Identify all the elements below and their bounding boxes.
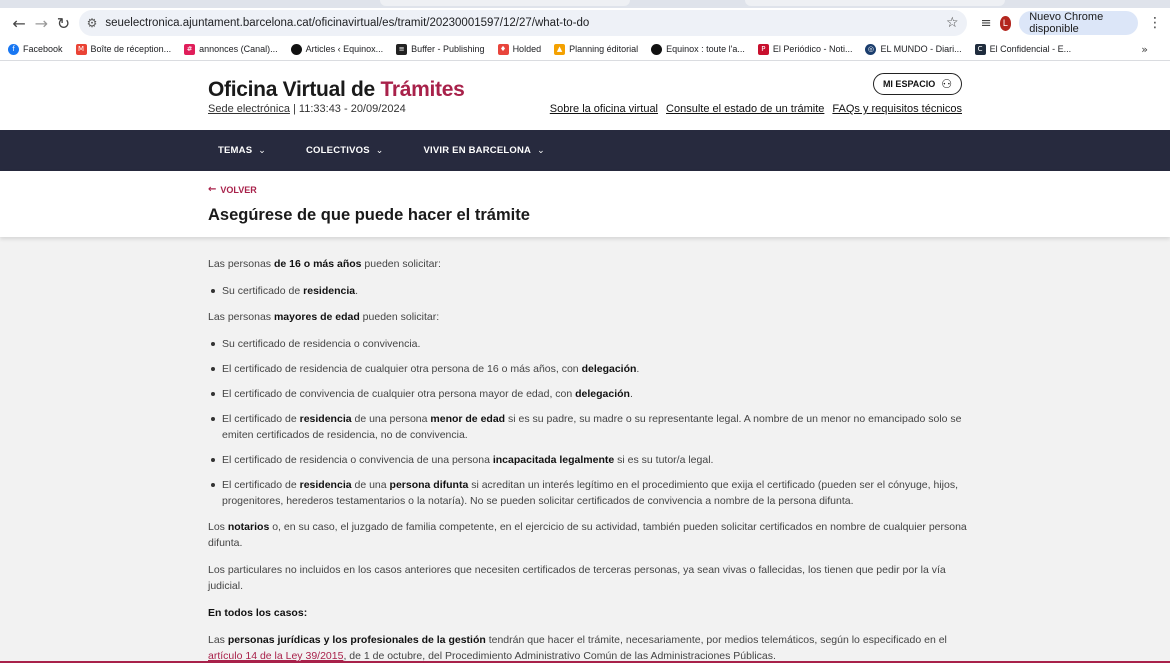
paragraph: Los particulares no incluidos en los cas… — [208, 564, 946, 592]
list-item: El certificado de residencia de cualquie… — [208, 361, 968, 377]
chevron-down-icon: ⌄ — [258, 145, 266, 156]
facebook-icon: f — [8, 43, 19, 55]
address-bar[interactable]: ⚙ seuelectronica.ajuntament.barcelona.ca… — [78, 10, 967, 36]
bookmark-label: Planning éditorial — [569, 44, 639, 54]
site-brand[interactable]: Oficina Virtual de Trámites — [208, 78, 465, 102]
tab[interactable] — [380, 0, 630, 6]
site-settings-icon[interactable]: ⚙ — [87, 16, 98, 30]
bookmark-label: Buffer - Publishing — [411, 44, 485, 54]
paragraph-heading: En todos los casos: — [208, 607, 308, 619]
chevron-down-icon: ⌄ — [375, 145, 384, 156]
list-item: Su certificado de residencia o convivenc… — [208, 336, 968, 352]
holded-icon: ♦ — [497, 43, 509, 55]
header-links: Sobre la oficina virtual Consulte el est… — [550, 103, 962, 115]
user-icon: ⚇ — [941, 77, 953, 91]
forward-arrow-icon[interactable]: → — [30, 10, 52, 36]
profile-avatar[interactable]: L — [999, 15, 1012, 31]
chevron-down-icon: ⌄ — [537, 145, 545, 156]
nav-temas[interactable]: TEMAS ⌄ — [218, 145, 266, 156]
planning-icon: ▲ — [554, 43, 566, 55]
list-item: El certificado de convivencia de cualqui… — [208, 386, 968, 402]
tab-strip — [0, 0, 1170, 8]
mi-espacio-button[interactable]: MI ESPACIO ⚇ — [873, 73, 962, 95]
back-label: VOLVER — [220, 184, 257, 195]
main-content: Las personas de 16 o más años pueden sol… — [208, 256, 968, 663]
bookmark-label: El Confidencial - E... — [989, 44, 1072, 54]
sede-info: Sede electrónica | 11:33:43 - 20/09/2024 — [208, 103, 406, 115]
bookmark-label: Boîte de réception... — [90, 44, 172, 54]
chrome-update-button[interactable]: Nuevo Chrome disponible — [1019, 11, 1139, 35]
equinox-icon — [290, 43, 302, 55]
bookmark-item[interactable]: Equinox : toute l'a... — [651, 43, 745, 55]
bookmark-label: EL MUNDO - Diari... — [880, 44, 962, 54]
el-confidencial-icon: C — [974, 43, 986, 55]
bookmark-item[interactable]: Articles ‹ Equinox... — [290, 43, 384, 55]
browser-toolbar: ← → ↻ ⚙ seuelectronica.ajuntament.barcel… — [0, 8, 1170, 38]
bookmark-item[interactable]: # annonces (Canal)... — [184, 43, 278, 55]
bookmark-item[interactable]: ▲ Planning éditorial — [554, 43, 639, 55]
list: Su certificado de residencia o convivenc… — [208, 336, 968, 509]
nav-label: VIVIR EN BARCELONA — [423, 145, 532, 156]
bookmark-label: Facebook — [23, 44, 63, 54]
mi-espacio-label: MI ESPACIO — [882, 79, 936, 89]
tab[interactable] — [745, 0, 1005, 6]
equinox-icon — [651, 43, 663, 55]
nav-vivir-en-barcelona[interactable]: VIVIR EN BARCELONA ⌄ — [424, 145, 545, 156]
bookmark-item[interactable]: P El Periódico - Noti... — [757, 43, 853, 55]
reload-icon[interactable]: ↻ — [52, 10, 74, 36]
bookmark-label: Equinox : toute l'a... — [666, 44, 745, 54]
nav-label: COLECTIVOS — [306, 145, 370, 156]
bookmark-label: Articles ‹ Equinox... — [305, 44, 384, 54]
sede-timestamp: | 11:33:43 - 20/09/2024 — [289, 103, 406, 115]
page-title: Asegúrese de que puede hacer el trámite — [208, 206, 530, 224]
media-controls-icon[interactable]: ≡ — [981, 16, 992, 31]
list: Su certificado de residencia. — [208, 283, 968, 299]
bookmark-item[interactable]: M Boîte de réception... — [75, 43, 172, 55]
brand-main: Oficina Virtual de — [208, 78, 381, 101]
bookmark-item[interactable]: ♦ Holded — [497, 43, 542, 55]
list-item: El certificado de residencia o convivenc… — [208, 452, 968, 468]
faqs-link[interactable]: FAQs y requisitos técnicos — [832, 103, 962, 115]
about-office-link[interactable]: Sobre la oficina virtual — [550, 103, 658, 115]
paragraph: Las personas jurídicas y los profesional… — [208, 634, 947, 662]
bookmark-item[interactable]: f Facebook — [8, 43, 63, 55]
el-periodico-icon: P — [757, 43, 769, 55]
paragraph: Las personas mayores de edad pueden soli… — [208, 311, 440, 323]
list-item: El certificado de residencia de una pers… — [208, 477, 968, 509]
paragraph: Los notarios o, en su caso, el juzgado d… — [208, 521, 967, 549]
list-item: Su certificado de residencia. — [208, 283, 968, 299]
bookmark-label: El Periódico - Noti... — [772, 44, 853, 54]
buffer-icon: ≡ — [396, 43, 408, 55]
site-header: Oficina Virtual de Trámites Sede electró… — [0, 61, 1170, 130]
paragraph: Las personas de 16 o más años pueden sol… — [208, 258, 441, 270]
bookmarks-bar: f Facebook M Boîte de réception... # annonc… — [0, 38, 1170, 61]
bookmark-star-icon[interactable]: ☆ — [946, 15, 959, 31]
bookmark-item[interactable]: ◎ EL MUNDO - Diari... — [865, 43, 962, 55]
sede-electronica-link[interactable]: Sede electrónica — [208, 103, 290, 115]
bookmark-item[interactable]: ≡ Buffer - Publishing — [396, 43, 485, 55]
bookmark-label: annonces (Canal)... — [199, 44, 278, 54]
more-bookmarks-icon[interactable]: » — [1141, 43, 1148, 56]
url-text: seuelectronica.ajuntament.barcelona.cat/… — [105, 17, 590, 29]
check-status-link[interactable]: Consulte el estado de un trámite — [666, 103, 824, 115]
slack-icon: # — [184, 43, 196, 55]
list-item: El certificado de residencia de una pers… — [208, 411, 968, 443]
arrow-left-icon: ← — [208, 184, 217, 195]
main-navigation: TEMAS ⌄ COLECTIVOS ⌄ VIVIR EN BARCELONA ⌄ — [0, 130, 1170, 171]
brand-accent: Trámites — [380, 78, 465, 101]
nav-colectivos[interactable]: COLECTIVOS ⌄ — [306, 145, 384, 156]
nav-label: TEMAS — [218, 145, 253, 156]
bookmark-label: Holded — [512, 44, 542, 54]
browser-menu-icon[interactable]: ⋮ — [1148, 15, 1162, 31]
gmail-icon: M — [75, 43, 87, 55]
back-arrow-icon[interactable]: ← — [8, 10, 30, 36]
globe-icon: ◎ — [865, 43, 877, 55]
back-link[interactable]: ← VOLVER — [208, 184, 257, 195]
page-title-area: ← VOLVER Asegúrese de que puede hacer el … — [0, 171, 1170, 237]
bookmark-item[interactable]: C El Confidencial - E... — [974, 43, 1072, 55]
